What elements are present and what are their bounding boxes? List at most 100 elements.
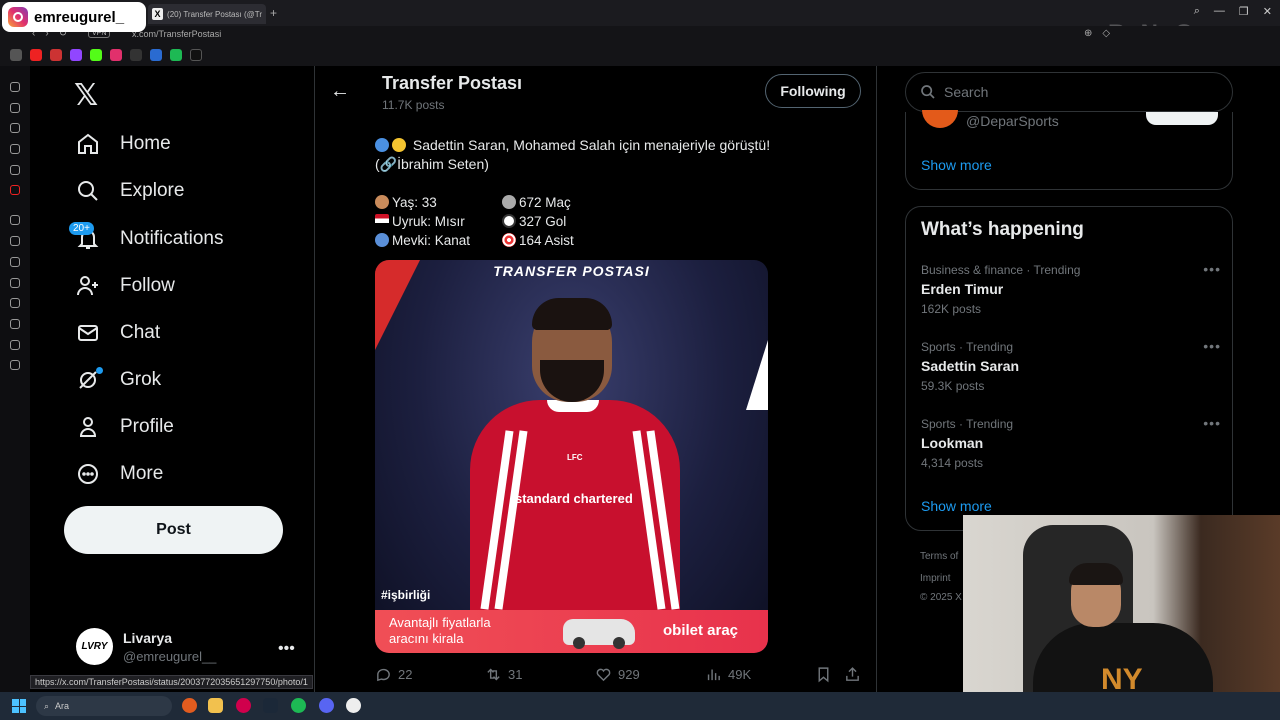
avatar[interactable] (922, 110, 958, 128)
history-icon[interactable] (10, 298, 20, 308)
bookmark-icon[interactable] (130, 49, 142, 61)
windows-start-icon[interactable] (12, 699, 26, 713)
x-icon[interactable] (10, 144, 20, 154)
who-to-follow-card: @DeparSports Show more (905, 110, 1233, 190)
trend-item[interactable]: Sports · Trending Sadettin Saran 59.3K p… (921, 338, 1221, 393)
footer-link[interactable]: Terms of (920, 551, 958, 562)
nav-chat[interactable]: Chat (76, 321, 160, 345)
app-icon[interactable] (10, 185, 20, 195)
browser-tab[interactable]: X (20) Transfer Postası (@Tr (148, 4, 266, 24)
trend-category: Sports · Trending (921, 417, 1014, 431)
app-icon[interactable] (182, 698, 197, 713)
tiktok-icon[interactable] (10, 123, 20, 133)
instagram-icon[interactable] (10, 103, 20, 113)
zoom-icon[interactable]: ⊕ (1084, 28, 1092, 39)
instagram-icon[interactable] (110, 49, 122, 61)
spotify-icon[interactable] (291, 698, 306, 713)
apps-icon[interactable] (10, 236, 20, 246)
taskbar-search[interactable]: ⌕ Ara (36, 696, 172, 716)
yellow-circle-icon (392, 138, 406, 152)
page-title: Transfer Postası (382, 73, 523, 93)
trend-item[interactable]: Business & finance · Trending Erden Timu… (921, 261, 1221, 316)
target-icon (502, 233, 516, 247)
blue-circle-icon (375, 138, 389, 152)
close-icon[interactable]: ✕ (1263, 5, 1272, 18)
nav-follow[interactable]: Follow (76, 274, 175, 298)
suggested-account-handle[interactable]: @DeparSports (966, 113, 1059, 129)
post-button[interactable]: Post (64, 506, 283, 554)
instagram-icon (8, 7, 28, 27)
nav-profile[interactable]: Profile (76, 415, 174, 439)
x-logo-icon[interactable]: 𝕏 (74, 78, 98, 113)
settings-icon[interactable] (10, 360, 20, 370)
steam-icon[interactable] (263, 698, 278, 713)
kick-icon[interactable] (90, 49, 102, 61)
extension-icon[interactable]: ◇ (1102, 28, 1110, 39)
show-more-link[interactable]: Show more (921, 498, 992, 514)
heart-icon[interactable] (10, 257, 20, 267)
more-icon[interactable]: ••• (278, 640, 295, 658)
nav-grok[interactable]: Grok (76, 368, 161, 392)
minimize-icon[interactable]: — (1214, 5, 1225, 18)
following-button[interactable]: Following (765, 74, 861, 108)
bookmark-button[interactable] (815, 666, 832, 683)
window-controls: ⌕ — ❐ ✕ (1194, 5, 1272, 18)
nav-more[interactable]: More (76, 462, 163, 486)
share-button[interactable] (844, 666, 861, 683)
trend-item[interactable]: Sports · Trending Lookman 4,314 posts ••… (921, 415, 1221, 470)
youtube-icon[interactable] (30, 49, 42, 61)
repost-count: 31 (508, 667, 523, 682)
browser-sidebar: GX ··· (0, 66, 30, 692)
car-icon (563, 619, 635, 649)
discord-icon[interactable] (319, 698, 334, 713)
stat-assists: 164 Asist (519, 233, 574, 248)
repost-button[interactable]: 31 (485, 666, 522, 683)
more-icon[interactable]: ••• (1203, 338, 1221, 354)
views-button[interactable]: 49K (705, 666, 751, 683)
more-icon[interactable]: ••• (1203, 261, 1221, 277)
tweet-image[interactable]: TRANSFER POSTASI LFC standard chartered … (375, 260, 768, 653)
spotify-icon[interactable] (10, 215, 20, 225)
back-arrow-icon[interactable]: ← (330, 80, 350, 103)
nav-notifications[interactable]: Notifications (76, 227, 224, 251)
footer-link[interactable]: Imprint (920, 573, 951, 584)
gmail-icon[interactable] (50, 49, 62, 61)
bookmark-icon[interactable] (10, 49, 22, 61)
opera-gx-icon[interactable] (236, 698, 251, 713)
person-icon (79, 417, 97, 437)
like-button[interactable]: 929 (595, 666, 640, 683)
url-field[interactable]: x.com/TransferPostasi (132, 29, 221, 39)
mail-icon (78, 325, 98, 341)
nav-home[interactable]: Home (76, 132, 171, 156)
nav-label: Chat (120, 322, 161, 343)
account-switcher[interactable]: LVRY Livarya @emreugurel__ (76, 628, 216, 665)
pin-icon[interactable] (10, 340, 20, 350)
taskbar-search-label: Ara (55, 701, 70, 711)
bookmark-icon (818, 667, 829, 683)
more-circle-icon (78, 464, 98, 484)
bookmark-icon[interactable] (150, 49, 162, 61)
tiktok-icon[interactable] (190, 49, 202, 61)
reply-button[interactable]: 22 (375, 666, 412, 683)
search-icon[interactable]: ⌕ (1194, 5, 1200, 18)
wallet-icon[interactable] (10, 278, 20, 288)
maximize-icon[interactable]: ❐ (1239, 5, 1249, 18)
chatgpt-icon[interactable] (10, 82, 20, 92)
show-more-link[interactable]: Show more (921, 157, 992, 173)
follow-button[interactable] (1146, 112, 1218, 125)
more-icon[interactable]: ••• (1203, 415, 1221, 431)
discord-icon[interactable] (10, 165, 20, 175)
twitch-icon[interactable] (70, 49, 82, 61)
bookmark-icon[interactable] (170, 49, 182, 61)
image-title: TRANSFER POSTASI (493, 263, 650, 279)
account-name: Livarya (123, 629, 173, 646)
new-tab-icon[interactable]: + (270, 6, 277, 20)
app-icon[interactable] (346, 698, 361, 713)
download-icon[interactable] (10, 319, 20, 329)
nav-label: Profile (120, 416, 174, 437)
search-input[interactable]: Search (905, 72, 1233, 112)
nav-explore[interactable]: Explore (76, 179, 184, 203)
trend-count: 59.3K posts (921, 379, 985, 393)
file-explorer-icon[interactable] (208, 698, 223, 713)
ad-brand: obilet araç (663, 622, 739, 639)
